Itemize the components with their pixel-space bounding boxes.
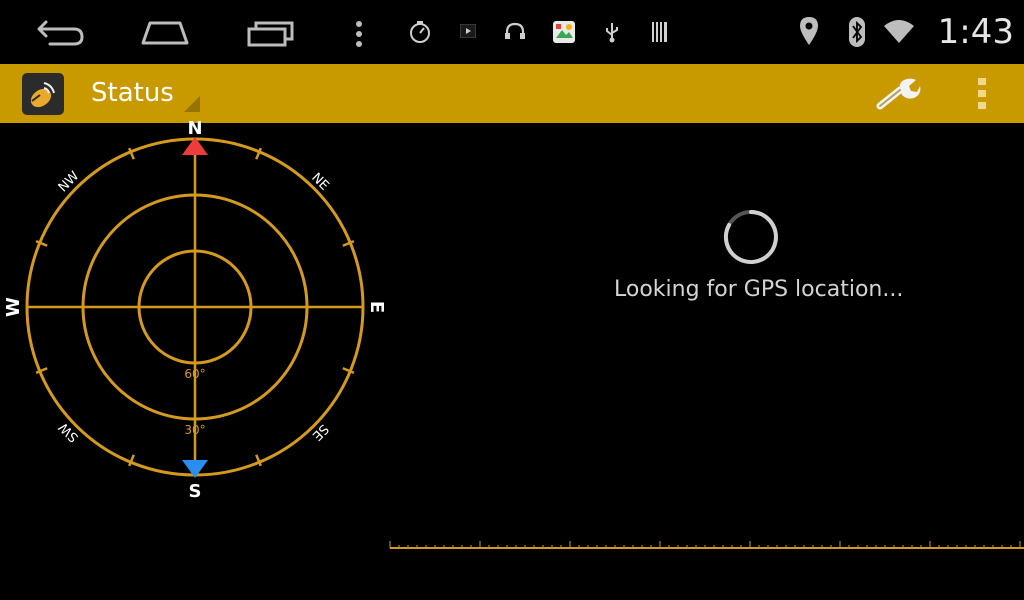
video-play-icon xyxy=(460,24,476,38)
direction-label-e: E xyxy=(366,301,387,313)
sky-plot-compass: N S E W NE NW SE SW 60° 30° xyxy=(3,118,387,500)
direction-label-s: S xyxy=(189,481,202,500)
direction-label-w: W xyxy=(3,297,24,317)
satellite-icon xyxy=(30,82,55,108)
direction-label-ne: NE xyxy=(308,170,331,193)
app-icon[interactable] xyxy=(22,73,64,115)
clock: 1:43 xyxy=(937,12,1014,52)
usb-icon xyxy=(606,23,618,43)
overflow-menu-icon[interactable] xyxy=(353,20,365,48)
location-icon xyxy=(800,17,818,45)
satellite-signal-axis xyxy=(389,541,1024,549)
dropdown-caret-icon[interactable] xyxy=(184,96,200,112)
direction-label-se: SE xyxy=(309,421,331,443)
more-vert-icon[interactable] xyxy=(972,76,992,112)
direction-label-nw: NW xyxy=(56,169,83,196)
elevation-label-30: 30° xyxy=(184,423,205,437)
headphones-icon xyxy=(505,22,525,39)
system-status-bar: 1:43 xyxy=(0,0,1024,64)
bluetooth-icon xyxy=(849,17,865,47)
wifi-icon xyxy=(884,20,914,43)
screen-title[interactable]: Status xyxy=(91,78,174,108)
stopwatch-icon xyxy=(410,21,430,43)
wrench-icon[interactable] xyxy=(874,76,922,112)
loading-spinner-icon xyxy=(723,210,778,264)
direction-label-sw: SW xyxy=(56,419,82,445)
gps-status-message: Looking for GPS location... xyxy=(614,277,904,302)
photos-icon xyxy=(553,21,575,43)
direction-label-n: N xyxy=(187,118,202,139)
home-icon[interactable] xyxy=(140,20,190,46)
back-icon[interactable] xyxy=(36,16,86,48)
elevation-label-60: 60° xyxy=(184,367,205,381)
barcode-icon xyxy=(652,22,667,42)
recents-icon[interactable] xyxy=(246,19,296,47)
